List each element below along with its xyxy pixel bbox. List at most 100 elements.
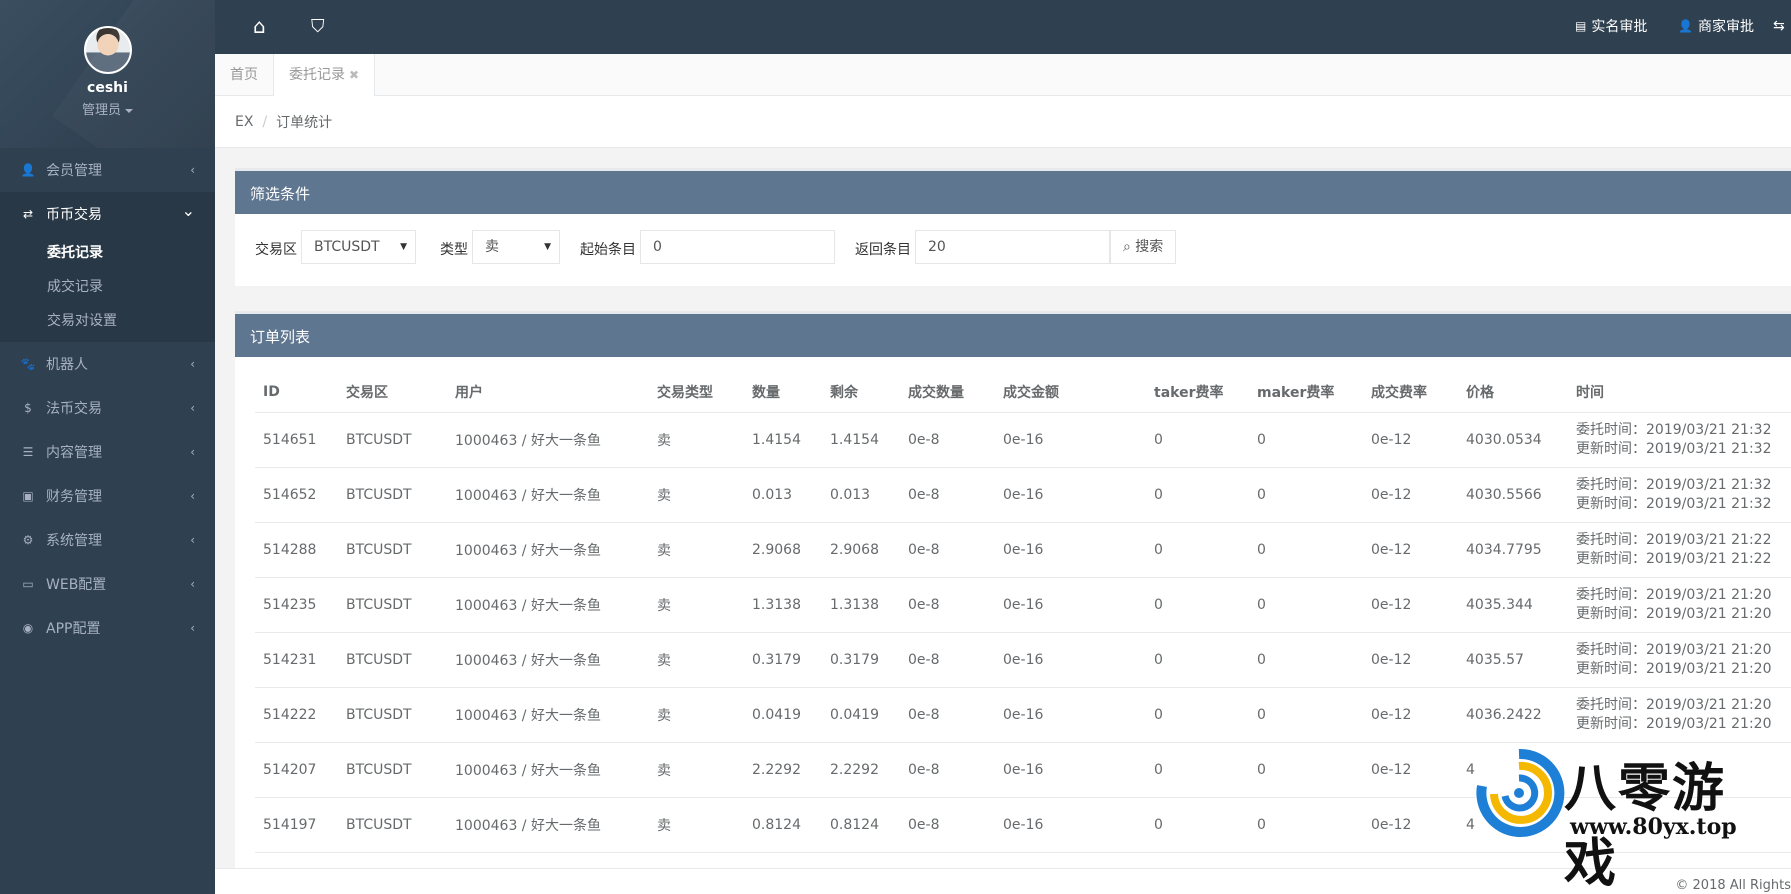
type-select[interactable]: 卖 ▼ (472, 230, 560, 264)
tab-home[interactable]: 首页 (215, 54, 273, 96)
tab-home-label: 首页 (230, 67, 258, 83)
table-header-row: ID 交易区 用户 交易类型 数量 剩余 成交数量 成交金额 taker费率 maker费率 成交费… (255, 372, 1791, 413)
table-cell: 0e-16 (995, 577, 1146, 633)
table-cell: 0e-16 (995, 467, 1146, 523)
table-cell: 0 (1146, 687, 1249, 743)
filter-panel-title: 筛选条件 (235, 168, 1791, 214)
table-cell: 0 (1249, 797, 1363, 853)
search-button[interactable]: ⌕ 搜索 (1110, 230, 1177, 264)
user-icon: 👤 (1678, 19, 1693, 33)
table-cell: 1.4154 (822, 412, 900, 468)
limit-input[interactable]: 20 (915, 230, 1110, 264)
sidebar-item-0[interactable]: 👤 会员管理 ‹ (0, 148, 215, 192)
table-row: 514652 BTCUSDT 1000463 / 好大一条鱼卖 0.013 0.013 0… (255, 467, 1791, 523)
dropdown-arrow-icon: ▼ (400, 242, 407, 252)
sidebar-item-8[interactable]: ◉ APP配置 ‹ (0, 606, 215, 650)
order-created-time: 委托时间：2019/03/21 21:32 (1576, 421, 1772, 438)
time-cell: 委托时间：2019/03/21 21:20 更新时间：2019/03/21 21:… (1568, 577, 1791, 633)
table-cell: 0e-16 (995, 797, 1146, 853)
time-cell: 委托时间：2019/03/21 21:20 更新时间：2019/03/21 21:… (1568, 687, 1791, 743)
sidebar-subitem-0[interactable]: 委托记录 (0, 236, 215, 270)
order-created-time: 委托时间：2019/03/21 21:32 (1576, 476, 1772, 493)
realname-approval-link[interactable]: ▤ 实名审批 (1575, 16, 1647, 36)
table-cell: 0.3179 (744, 632, 822, 688)
sidebar-item-6[interactable]: ⚙ 系统管理 ‹ (0, 518, 215, 562)
table-cell: 0e-12 (1363, 522, 1458, 578)
exchange-icon: ⇄ (22, 207, 34, 221)
top-navbar: ⌂ ⛉ ▤ 实名审批 👤 商家审批 ⇆ (215, 0, 1791, 54)
column-header: 成交金额 (995, 372, 1146, 413)
sidebar-item-2[interactable]: 🐾 机器人 ‹ (0, 342, 215, 386)
breadcrumb: EX / 订单统计 (215, 96, 1791, 148)
table-cell: 514651 (255, 412, 338, 468)
table-cell: 0.8124 (822, 797, 900, 853)
table-cell: 卖 (649, 687, 744, 743)
sidebar-item-3[interactable]: $ 法币交易 ‹ (0, 386, 215, 430)
table-cell: 514222 (255, 687, 338, 743)
chevron-left-icon: ‹ (190, 357, 195, 371)
table-cell: 0.013 (744, 467, 822, 523)
table-cell: 0 (1249, 412, 1363, 468)
sidebar-item-4[interactable]: ☰ 内容管理 ‹ (0, 430, 215, 474)
breadcrumb-root[interactable]: EX (235, 114, 253, 130)
table-cell: 1000463 / 好大一条鱼 (447, 522, 649, 578)
table-cell: 0e-12 (1363, 687, 1458, 743)
refresh-icon[interactable]: ⇆ (1773, 18, 1785, 34)
column-header: 价格 (1458, 372, 1568, 413)
sidebar-subitem-2[interactable]: 交易对设置 (0, 304, 215, 338)
table-cell: 2.2292 (744, 742, 822, 798)
column-header: 数量 (744, 372, 822, 413)
sidebar-item-7[interactable]: ▭ WEB配置 ‹ (0, 562, 215, 606)
table-cell: 4030.5566 (1458, 467, 1568, 523)
order-updated-time: 更新时间：2019/03/21 21:32 (1576, 495, 1772, 512)
table-cell: 4030.0534 (1458, 412, 1568, 468)
order-updated-time: 更新时间：2019/03/21 21:20 (1576, 605, 1772, 622)
market-label: 交易区 (255, 242, 297, 258)
watermark: 八零游戏 www.80yx.top (1472, 744, 1772, 894)
profile-role-dropdown[interactable]: 管理员 (0, 99, 215, 118)
filter-form: 交易区 BTCUSDT ▼ 类型 卖 ▼ 起始条目 0 返回条目 20 ⌕ 搜索 (235, 214, 1791, 284)
filter-panel: 筛选条件 交易区 BTCUSDT ▼ 类型 卖 ▼ 起始条目 0 返回条目 20 ⌕… (235, 168, 1791, 286)
table-cell: 0e-8 (900, 742, 995, 798)
sidebar-subitem-1[interactable]: 成交记录 (0, 270, 215, 304)
table-cell: 0e-8 (900, 797, 995, 853)
column-header: 交易区 (338, 372, 447, 413)
table-cell: 0.3179 (822, 632, 900, 688)
sidebar-item-label: 内容管理 (46, 445, 102, 461)
avatar[interactable] (83, 26, 132, 74)
start-input[interactable]: 0 (640, 230, 835, 264)
sidebar-item-label: 法币交易 (46, 401, 102, 417)
table-cell: 2.9068 (822, 522, 900, 578)
table-cell: 0 (1146, 632, 1249, 688)
table-cell: 4036.2422 (1458, 687, 1568, 743)
sidebar-item-label: 币币交易 (46, 207, 102, 223)
home-icon[interactable]: ⌂ (253, 14, 266, 38)
table-cell: 0 (1249, 522, 1363, 578)
limit-label: 返回条目 (855, 242, 911, 258)
table-cell: 2.2292 (822, 742, 900, 798)
table-row: 514222 BTCUSDT 1000463 / 好大一条鱼卖 0.0419 0.041… (255, 687, 1791, 743)
close-icon[interactable]: ✖ (349, 68, 359, 82)
sidebar-item-1[interactable]: ⇄ 币币交易 ⌄ (0, 192, 215, 236)
table-cell: 1000463 / 好大一条鱼 (447, 797, 649, 853)
chevron-left-icon: ‹ (190, 533, 195, 547)
table-cell: 0.013 (822, 467, 900, 523)
clear-cache-icon[interactable]: ⛉ (311, 16, 325, 37)
table-cell: 0.0419 (822, 687, 900, 743)
merchant-approval-link[interactable]: 👤 商家审批 (1678, 16, 1754, 36)
table-cell: BTCUSDT (338, 687, 447, 743)
time-cell: 委托时间：2019/03/21 21:32 更新时间：2019/03/21 21:… (1568, 467, 1791, 523)
table-cell: 0e-12 (1363, 742, 1458, 798)
table-cell: 1.4154 (744, 412, 822, 468)
market-select[interactable]: BTCUSDT ▼ (301, 230, 416, 264)
table-cell: 0 (1249, 632, 1363, 688)
tab-orders[interactable]: 委托记录 ✖ (273, 54, 376, 96)
page-tabs: 首页 委托记录 ✖ (215, 54, 1791, 96)
table-row: 514288 BTCUSDT 1000463 / 好大一条鱼卖 2.9068 2.906… (255, 522, 1791, 578)
sidebar-item-5[interactable]: ▣ 财务管理 ‹ (0, 474, 215, 518)
market-select-value: BTCUSDT (314, 239, 380, 255)
id-card-icon: ▤ (1575, 19, 1587, 33)
sidebar-item-label: WEB配置 (46, 577, 107, 593)
table-cell: 1000463 / 好大一条鱼 (447, 467, 649, 523)
table-cell: 0.8124 (744, 797, 822, 853)
